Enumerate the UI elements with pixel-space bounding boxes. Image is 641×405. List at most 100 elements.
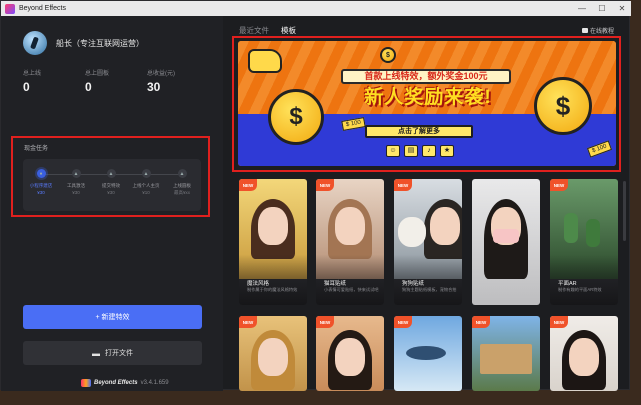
- card-figure-face: [258, 338, 288, 376]
- stat-label: 总上线: [23, 71, 42, 77]
- task-step-reward: ¥30: [72, 190, 80, 195]
- stat-value: 0: [85, 80, 92, 94]
- stat-label: 总上圆板: [85, 71, 110, 77]
- template-card[interactable]: NEW: [239, 316, 307, 391]
- music-icon: ♪: [422, 145, 436, 157]
- stats: 总上线 0 总上圆板 0 总收益(元) 30: [23, 68, 209, 94]
- task-step-name: 上线个人主页: [132, 183, 160, 188]
- hand-icon: [248, 49, 282, 73]
- minimize-icon[interactable]: —: [577, 4, 587, 14]
- brand-name: Beyond Effects: [94, 380, 138, 386]
- card-thumbnail: [472, 179, 540, 305]
- tutorial-link[interactable]: 在线教程: [581, 26, 614, 35]
- template-card[interactable]: NEW 狗狗贴纸 狗狗主题贴纸模板，宠物合拍: [394, 179, 462, 305]
- task-step[interactable]: ▲ 上线圆板 最高¥xx: [164, 169, 200, 196]
- template-card[interactable]: NEW: [550, 316, 618, 391]
- open-file-button[interactable]: ▬ 打开文件: [23, 341, 202, 365]
- card-desc: 狗狗主题贴纸模板，宠物合拍: [402, 287, 457, 292]
- task-title: 现金任务: [24, 146, 49, 152]
- new-badge: NEW: [239, 179, 257, 191]
- banner-icon-row: ☺ ▤ ♪ ★: [386, 145, 454, 157]
- card-title: 平面AR: [558, 281, 577, 287]
- brand-logo-icon: [81, 379, 91, 387]
- new-badge: NEW: [472, 316, 490, 328]
- task-step-reward: ¥30: [107, 190, 115, 195]
- template-card[interactable]: NEW: [472, 316, 540, 391]
- stat-value: 30: [147, 80, 161, 94]
- house-figure: [480, 344, 532, 374]
- task-step-name: 提交特效: [102, 183, 120, 188]
- play-icon: [581, 28, 588, 33]
- lock-icon: ▲: [71, 169, 81, 178]
- window-title: Beyond Effects: [19, 5, 66, 12]
- card-desc: 制作属于你的魔法风格特效: [247, 287, 298, 292]
- version-number: v3.4.1.659: [140, 380, 169, 386]
- card-figure-face: [335, 338, 365, 376]
- task-step-reward: 最高¥xx: [173, 190, 190, 195]
- new-badge: NEW: [316, 316, 334, 328]
- card-title: 魔法风格: [247, 281, 270, 287]
- template-card[interactable]: NEW 魔法风格 制作属于你的魔法风格特效: [239, 179, 307, 305]
- new-badge: NEW: [316, 179, 334, 191]
- card-figure-face: [569, 338, 599, 376]
- task-step-reward: ¥10: [142, 190, 150, 195]
- template-card[interactable]: NEW 平面AR 制作有趣的平面AR特效: [550, 179, 618, 305]
- tab-templates[interactable]: 模板: [281, 25, 296, 36]
- stat-label: 总收益(元): [147, 71, 175, 77]
- task-step-reward: ¥30: [37, 190, 45, 195]
- new-badge: NEW: [394, 179, 412, 191]
- stat-earnings: 总收益(元) 30: [147, 68, 209, 94]
- main-tabs: 最近文件 模板: [239, 25, 296, 36]
- template-card[interactable]: NEW: [394, 316, 462, 391]
- version-footer: Beyond Effects v3.4.1.659: [81, 379, 169, 387]
- promo-banner[interactable]: $ $ $ 首款上线特效，额外奖金100元 新人奖励来袭! $ 100 $ 10…: [238, 41, 616, 166]
- card-title: 狗狗贴纸: [402, 281, 425, 287]
- new-effect-label: + 新建特效: [95, 314, 130, 321]
- profile: 船长（专注互联网运营）: [23, 31, 144, 55]
- trophy-icon: ★: [440, 145, 454, 157]
- avatar[interactable]: [23, 31, 47, 55]
- open-file-label: 打开文件: [105, 350, 133, 357]
- stat-boards: 总上圆板 0: [85, 68, 147, 94]
- stat-value: 0: [23, 80, 30, 94]
- maximize-icon[interactable]: ☐: [597, 4, 607, 14]
- new-effect-button[interactable]: + 新建特效: [23, 305, 202, 329]
- coin-icon: $: [268, 89, 324, 145]
- task-step-name: 上线圆板: [173, 183, 191, 188]
- close-icon[interactable]: ✕: [617, 4, 627, 14]
- coin-icon: $: [534, 77, 592, 135]
- coin-icon: $: [380, 47, 396, 63]
- tutorial-label: 在线教程: [589, 29, 614, 35]
- folder-icon: ▬: [92, 348, 100, 358]
- card-desc: 制作有趣的平面AR特效: [558, 287, 602, 292]
- banner-headline: 新人奖励来袭!: [364, 87, 492, 108]
- task-step[interactable]: ● 小程序建店 ¥30: [23, 169, 59, 195]
- mask-figure: [493, 229, 519, 243]
- stat-online: 总上线 0: [23, 68, 85, 94]
- banner-cta-button[interactable]: 点击了解更多: [365, 125, 473, 138]
- lock-icon: ▲: [177, 169, 187, 178]
- task-step[interactable]: ▲ 提交特效 ¥30: [93, 169, 129, 195]
- task-step-dot-icon: ●: [36, 169, 46, 178]
- title-bar: Beyond Effects — ☐ ✕: [1, 1, 631, 16]
- image-icon: ▤: [404, 145, 418, 157]
- template-card[interactable]: [472, 179, 540, 305]
- task-step-name: 工具激活: [67, 183, 85, 188]
- username: 船长（专注互联网运营）: [56, 38, 144, 48]
- new-badge: NEW: [550, 179, 568, 191]
- tab-recent-files[interactable]: 最近文件: [239, 25, 269, 36]
- lock-icon: ▲: [141, 169, 151, 178]
- task-panel: ● 小程序建店 ¥30 ▲ 工具激活 ¥30 ▲ 提交特效 ¥30 ▲ 上线个人…: [23, 159, 201, 211]
- new-badge: NEW: [550, 316, 568, 328]
- app-window: Beyond Effects — ☐ ✕ 船长（专注互联网运营） 总上线 0 总…: [0, 0, 631, 391]
- lock-icon: ▲: [106, 169, 116, 178]
- template-card[interactable]: NEW: [316, 316, 384, 391]
- scrollbar[interactable]: [623, 181, 626, 241]
- template-card[interactable]: NEW 猫耳贴纸 小表情可爱贴纸，快来试试吧: [316, 179, 384, 305]
- app-logo-icon: [5, 3, 15, 14]
- whale-figure: [406, 346, 446, 360]
- new-badge: NEW: [394, 316, 412, 328]
- task-step[interactable]: ▲ 上线个人主页 ¥10: [128, 169, 164, 195]
- task-step[interactable]: ▲ 工具激活 ¥30: [58, 169, 94, 195]
- smile-icon: ☺: [386, 145, 400, 157]
